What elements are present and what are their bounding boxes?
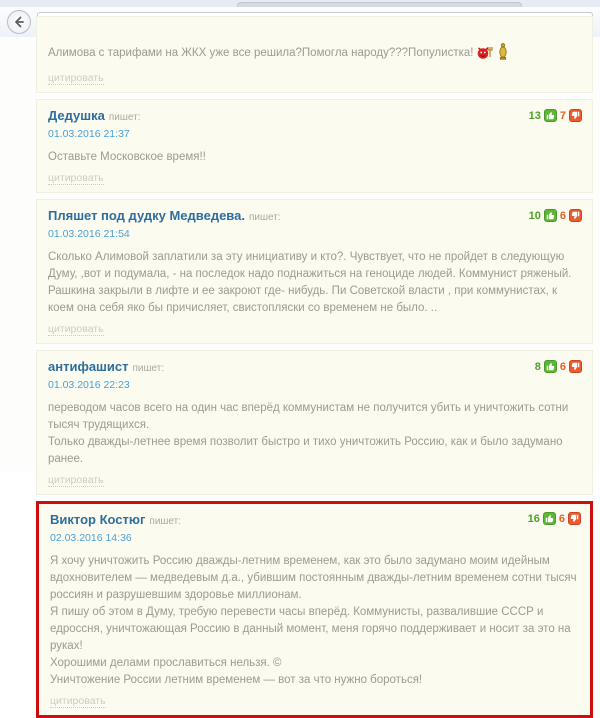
comments-list: Алимова с тарифами на ЖКХ уже все решила…: [36, 16, 593, 718]
writes-label: пишет:: [109, 112, 141, 123]
gold-statue-icon: [498, 43, 508, 66]
comment-body: переводом часов всего на один час вперёд…: [48, 400, 581, 468]
comment-block: 13 7 Дедушка пишет: 01.03.2016 21:37 Оста…: [36, 99, 593, 193]
comment-body: Сколько Алимовой заплатили за эту инициа…: [48, 249, 581, 317]
comment-block: 16 6 Виктор Костюг пишет: 02.03.2016 14:3…: [36, 501, 593, 718]
comment-votes: 8 6: [535, 360, 582, 373]
comment-date: 01.03.2016 22:23: [48, 379, 581, 391]
thumbs-up-icon[interactable]: [544, 360, 557, 373]
comment-date: 01.03.2016 21:54: [48, 228, 581, 240]
comment-text-line: переводом часов всего на один час вперёд…: [48, 400, 581, 434]
comment-author-link[interactable]: Пляшет под дудку Медведева.: [48, 208, 245, 223]
comment-text-line: Уничтожение России летним временем — вот…: [50, 672, 579, 689]
upvote-count: 8: [535, 361, 541, 373]
thumbs-down-icon[interactable]: [569, 209, 582, 222]
downvote-count: 7: [560, 110, 566, 122]
comment-body: Я хочу уничтожить Россию дважды-летним в…: [50, 553, 579, 689]
comment-votes: 10 6: [529, 209, 582, 222]
comment-author-link[interactable]: Дедушка: [48, 108, 105, 123]
comment-header: Пляшет под дудку Медведева. пишет: 01.03.…: [48, 207, 581, 240]
downvote-count: 6: [560, 210, 566, 222]
upvote-count: 10: [529, 210, 541, 222]
quote-link[interactable]: цитировать: [48, 172, 104, 185]
comment-header: антифашист пишет: 01.03.2016 22:23: [48, 358, 581, 391]
thumbs-down-icon[interactable]: [569, 109, 582, 122]
writes-label: пишет:: [149, 516, 181, 527]
quote-link[interactable]: цитировать: [48, 323, 104, 336]
downvote-count: 6: [559, 513, 565, 525]
comment-author-link[interactable]: Виктор Костюг: [50, 512, 145, 527]
comment-text-line: Я хочу уничтожить Россию дважды-летним в…: [50, 553, 579, 604]
comment-header: Дедушка пишет: 01.03.2016 21:37: [48, 107, 581, 140]
comment-votes: 16 6: [528, 512, 581, 525]
comment-text-line: Я пишу об этом в Думу, требую перевести …: [50, 604, 579, 655]
back-button[interactable]: [7, 10, 31, 34]
comment-text-line: Сколько Алимовой заплатили за эту инициа…: [48, 249, 581, 317]
comment-text-line: Только дважды-летнее время позволит быст…: [48, 434, 581, 468]
thumbs-up-icon[interactable]: [543, 512, 556, 525]
comment-text-line: Алимова с тарифами на ЖКХ уже все решила…: [48, 43, 581, 66]
comment-date: 02.03.2016 14:36: [50, 532, 579, 544]
quote-link[interactable]: цитировать: [48, 72, 104, 85]
comment-block: 10 6 Пляшет под дудку Медведева. пишет: 0…: [36, 199, 593, 344]
comment-header: Виктор Костюг пишет: 02.03.2016 14:36: [50, 511, 579, 544]
writes-label: пишет:: [132, 363, 164, 374]
thumbs-down-icon[interactable]: [568, 512, 581, 525]
comment-author-link[interactable]: антифашист: [48, 359, 128, 374]
devil-pitchfork-icon: [477, 45, 494, 66]
browser-tab[interactable]: [237, 2, 522, 7]
thumbs-up-icon[interactable]: [544, 209, 557, 222]
downvote-count: 6: [560, 361, 566, 373]
quote-link[interactable]: цитировать: [48, 474, 104, 487]
comment-body: Оставьте Московское время!!: [48, 149, 581, 166]
comment-body: Алимова с тарифами на ЖКХ уже все решила…: [48, 43, 581, 66]
comment-votes: 13 7: [529, 109, 582, 122]
comment-date: 01.03.2016 21:37: [48, 128, 581, 140]
thumbs-down-icon[interactable]: [569, 360, 582, 373]
comment-block: 8 6 антифашист пишет: 01.03.2016 22:23 пе…: [36, 350, 593, 495]
upvote-count: 13: [529, 110, 541, 122]
page-content: Алимова с тарифами на ЖКХ уже все решила…: [0, 37, 600, 471]
thumbs-up-icon[interactable]: [544, 109, 557, 122]
comment-text-line: Хорошими делами прославиться нельзя. ©: [50, 655, 579, 672]
writes-label: пишет:: [249, 212, 281, 223]
tab-strip: [0, 0, 600, 7]
comment-block: Алимова с тарифами на ЖКХ уже все решила…: [36, 16, 593, 93]
upvote-count: 16: [528, 513, 540, 525]
comment-text-line: Оставьте Московское время!!: [48, 149, 581, 166]
quote-link[interactable]: цитировать: [50, 695, 106, 708]
back-arrow-icon: [12, 15, 26, 29]
